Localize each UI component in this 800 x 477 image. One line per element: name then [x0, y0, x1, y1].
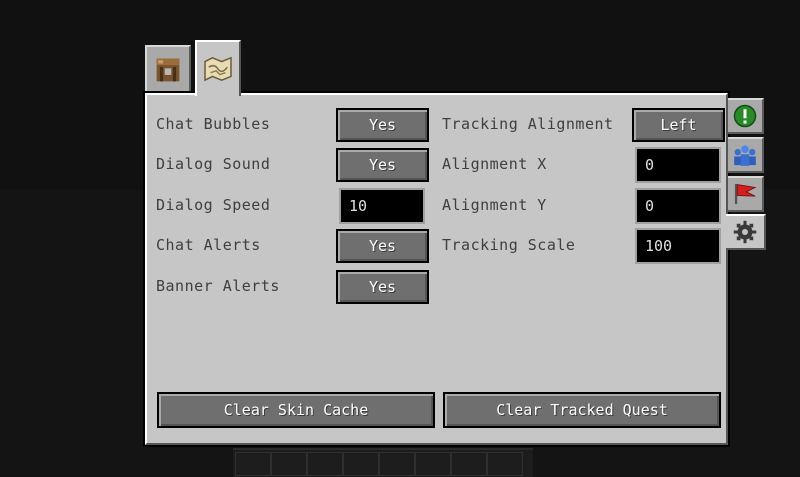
- chat-bubbles-toggle[interactable]: Yes: [336, 108, 429, 142]
- alignment-y-input[interactable]: 0: [635, 188, 721, 224]
- hotbar-slot: [451, 452, 487, 476]
- crafting-table-icon: [156, 58, 180, 82]
- alignment-x-label: Alignment X: [442, 155, 547, 173]
- dialog-speed-label: Dialog Speed: [156, 196, 271, 214]
- tracking-scale-input[interactable]: 100: [635, 228, 721, 264]
- chat-alerts-label: Chat Alerts: [156, 236, 261, 254]
- map-icon: [204, 56, 232, 82]
- tracking-scale-label: Tracking Scale: [442, 236, 576, 254]
- chat-bubbles-label: Chat Bubbles: [156, 115, 271, 133]
- hotbar-slot: [487, 452, 523, 476]
- party-icon: [734, 145, 756, 166]
- gear-icon: [733, 220, 757, 244]
- tab-map[interactable]: [195, 40, 241, 96]
- hotbar: [233, 448, 533, 477]
- hotbar-slot: [343, 452, 379, 476]
- tab-quests[interactable]: [728, 98, 764, 134]
- dialog-speed-input[interactable]: 10: [339, 188, 425, 224]
- banner-alerts-label: Banner Alerts: [156, 277, 280, 295]
- tab-flags[interactable]: [728, 176, 764, 212]
- tracking-alignment-label: Tracking Alignment: [442, 115, 614, 133]
- alignment-y-label: Alignment Y: [442, 196, 547, 214]
- tab-party[interactable]: [728, 137, 764, 173]
- clear-tracked-quest-button[interactable]: Clear Tracked Quest: [443, 392, 721, 428]
- hotbar-slot: [415, 452, 451, 476]
- hotbar-slot: [379, 452, 415, 476]
- chat-alerts-toggle[interactable]: Yes: [336, 229, 429, 263]
- dialog-sound-label: Dialog Sound: [156, 155, 271, 173]
- dialog-sound-toggle[interactable]: Yes: [336, 148, 429, 182]
- tab-crafting[interactable]: [145, 45, 191, 93]
- alignment-x-input[interactable]: 0: [635, 147, 721, 183]
- tab-settings[interactable]: [726, 214, 766, 250]
- hotbar-slot: [235, 452, 271, 476]
- exclamation-icon: [733, 104, 757, 128]
- red-flag-icon: [734, 183, 757, 205]
- settings-panel: Chat Bubbles Dialog Sound Dialog Speed C…: [145, 93, 728, 445]
- banner-alerts-toggle[interactable]: Yes: [336, 270, 429, 304]
- clear-skin-cache-button[interactable]: Clear Skin Cache: [157, 392, 435, 428]
- tracking-alignment-button[interactable]: Left: [632, 108, 725, 142]
- hotbar-slot: [307, 452, 343, 476]
- hotbar-slot: [271, 452, 307, 476]
